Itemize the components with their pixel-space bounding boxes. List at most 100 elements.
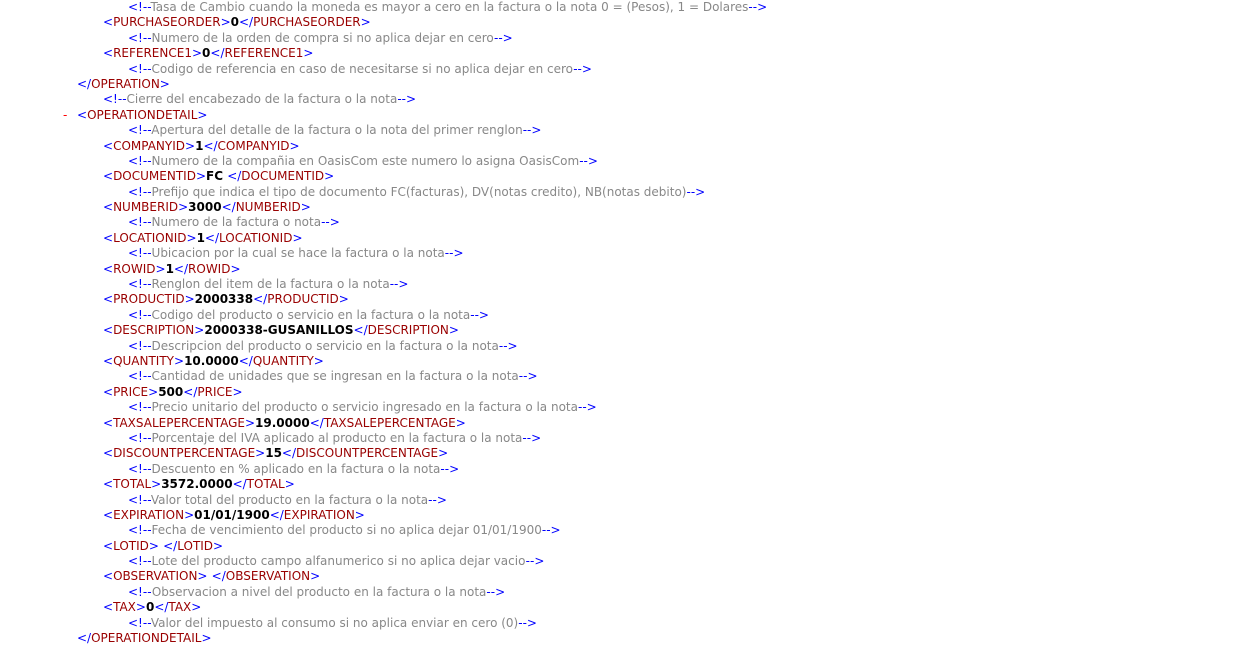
tag-open-bracket: <	[103, 46, 114, 61]
end-tag-name: PRODUCTID	[267, 292, 339, 307]
tag-name: TOTAL	[113, 477, 152, 492]
xml-comment-line: <!--Fecha de vencimiento del producto si…	[0, 523, 1248, 538]
comment-text: Lote del producto campo alfanumerico si …	[151, 554, 526, 569]
comment-text: Fecha de vencimiento del producto si no …	[151, 523, 542, 538]
comment-text: Ubicacion por la cual se hace la factura…	[151, 246, 445, 261]
comment-text: Precio unitario del producto o servicio …	[151, 400, 578, 415]
tag-open-bracket: <	[103, 200, 114, 215]
tag-open-bracket: <	[103, 384, 114, 399]
tag-open-bracket: <	[103, 538, 114, 553]
xml-element-line: <DISCOUNTPERCENTAGE>15</DISCOUNTPERCENTA…	[0, 446, 1248, 461]
comment-text: Numero de la factura o nota	[151, 215, 322, 230]
end-tag-close-bracket: >	[324, 169, 335, 184]
comment-close-delimiter: -->	[522, 430, 542, 445]
end-tag-name: LOCATIONID	[219, 230, 293, 245]
end-tag-close-bracket: >	[300, 200, 311, 215]
element-value: 10.0000	[184, 353, 239, 368]
comment-close-delimiter: -->	[686, 184, 706, 199]
tag-open-bracket: <	[77, 107, 88, 122]
tag-name: QUANTITY	[113, 353, 175, 368]
end-tag-open-bracket: </	[210, 46, 225, 61]
tag-name: PRODUCTID	[113, 292, 185, 307]
comment-open-delimiter: <!--	[128, 30, 152, 45]
xml-close-tag-line: </OPERATION>	[0, 77, 1248, 92]
tag-name: TAX	[113, 600, 136, 615]
tag-close-bracket: >	[197, 569, 208, 584]
tag-close-bracket: >	[155, 261, 166, 276]
comment-close-delimiter: -->	[579, 153, 598, 168]
xml-comment-line: <!--Valor del impuesto al consumo si no …	[0, 616, 1248, 631]
tag-name: DOCUMENTID	[113, 169, 196, 184]
end-tag-close-bracket: >	[284, 477, 295, 492]
end-tag-open-bracket: </	[77, 76, 92, 91]
xml-element-line: <TAX>0</TAX>	[0, 600, 1248, 615]
tag-close-bracket: >	[191, 46, 203, 61]
comment-text: Cierre del encabezado de la factura o la…	[126, 92, 398, 107]
tag-open-bracket: <	[103, 600, 114, 615]
end-tag-open-bracket: </	[183, 384, 198, 399]
xml-close-tag-line: </OPERATIONDETAIL>	[0, 631, 1248, 646]
end-tag-close-bracket: >	[201, 631, 212, 646]
xml-comment-line: <!--Prefijo que indica el tipo de docume…	[0, 185, 1248, 200]
comment-close-delimiter: -->	[494, 30, 513, 45]
comment-open-delimiter: <!--	[128, 215, 152, 230]
tag-open-bracket: <	[103, 507, 114, 522]
comment-close-delimiter: -->	[428, 492, 447, 507]
comment-open-delimiter: <!--	[128, 554, 152, 569]
xml-element-line: <LOCATIONID>1</LOCATIONID>	[0, 231, 1248, 246]
comment-close-delimiter: -->	[321, 215, 340, 230]
end-tag-close-bracket: >	[159, 76, 170, 91]
comment-open-delimiter: <!--	[128, 153, 152, 168]
tag-open-bracket: <	[103, 15, 114, 30]
end-tag-close-bracket: >	[213, 538, 224, 553]
xml-element-line: <PRODUCTID>2000338</PRODUCTID>	[0, 292, 1248, 307]
end-tag-open-bracket: </	[204, 230, 220, 245]
end-tag-close-bracket: >	[360, 15, 371, 30]
element-value: 1	[165, 261, 174, 276]
xml-element-line: <DESCRIPTION>2000338-GUSANILLOS</DESCRIP…	[0, 323, 1248, 338]
end-tag-name: LOTID	[177, 538, 214, 553]
xml-comment-line: <!--Lote del producto campo alfanumerico…	[0, 554, 1248, 569]
comment-open-delimiter: <!--	[103, 92, 127, 107]
xml-open-tag-line: - <OPERATIONDETAIL>	[0, 108, 1248, 123]
end-tag-open-bracket: </	[281, 446, 297, 461]
comment-open-delimiter: <!--	[128, 184, 152, 199]
comment-close-delimiter: -->	[577, 400, 597, 415]
end-tag-open-bracket: </	[154, 600, 169, 615]
comment-text: Numero de la compañia en OasisCom este n…	[151, 153, 580, 168]
xml-comment-line: <!--Cierre del encabezado de la factura …	[0, 92, 1248, 107]
end-tag-close-bracket: >	[313, 353, 324, 368]
end-tag-open-bracket: </	[309, 415, 324, 430]
tag-open-bracket: <	[103, 261, 114, 276]
tag-close-bracket: >	[174, 353, 185, 368]
end-tag-name: REFERENCE1	[224, 46, 304, 61]
element-value: 3572.0000	[161, 477, 233, 492]
end-tag-name: OBSERVATION	[225, 569, 311, 584]
tag-name: LOCATIONID	[113, 230, 187, 245]
collapse-toggle[interactable]: -	[63, 108, 67, 123]
tag-open-bracket: <	[103, 477, 114, 492]
tag-close-bracket: >	[244, 415, 256, 430]
tag-name: ROWID	[113, 261, 156, 276]
comment-open-delimiter: <!--	[128, 61, 152, 76]
comment-close-delimiter: -->	[525, 554, 545, 569]
end-tag-open-bracket: </	[353, 323, 368, 338]
tag-close-bracket: >	[151, 477, 162, 492]
comment-text: Porcentaje del IVA aplicado al producto …	[151, 430, 523, 445]
xml-element-line: <PRICE>500</PRICE>	[0, 385, 1248, 400]
xml-element-line: <EXPIRATION>01/01/1900</EXPIRATION>	[0, 508, 1248, 523]
comment-open-delimiter: <!--	[128, 461, 152, 476]
tag-name: OPERATIONDETAIL	[87, 107, 198, 122]
tag-open-bracket: <	[103, 353, 114, 368]
tag-open-bracket: <	[103, 569, 114, 584]
comment-open-delimiter: <!--	[128, 338, 152, 353]
end-tag-open-bracket: </	[77, 631, 92, 646]
tag-open-bracket: <	[103, 446, 114, 461]
comment-open-delimiter: <!--	[128, 584, 152, 599]
comment-open-delimiter: <!--	[128, 0, 151, 14]
xml-comment-line: <!--Renglon del item de la factura o la …	[0, 277, 1248, 292]
end-tag-open-bracket: </	[203, 138, 218, 153]
tag-close-bracket: >	[220, 15, 231, 30]
comment-close-delimiter: -->	[389, 277, 409, 292]
comment-close-delimiter: -->	[518, 615, 537, 630]
